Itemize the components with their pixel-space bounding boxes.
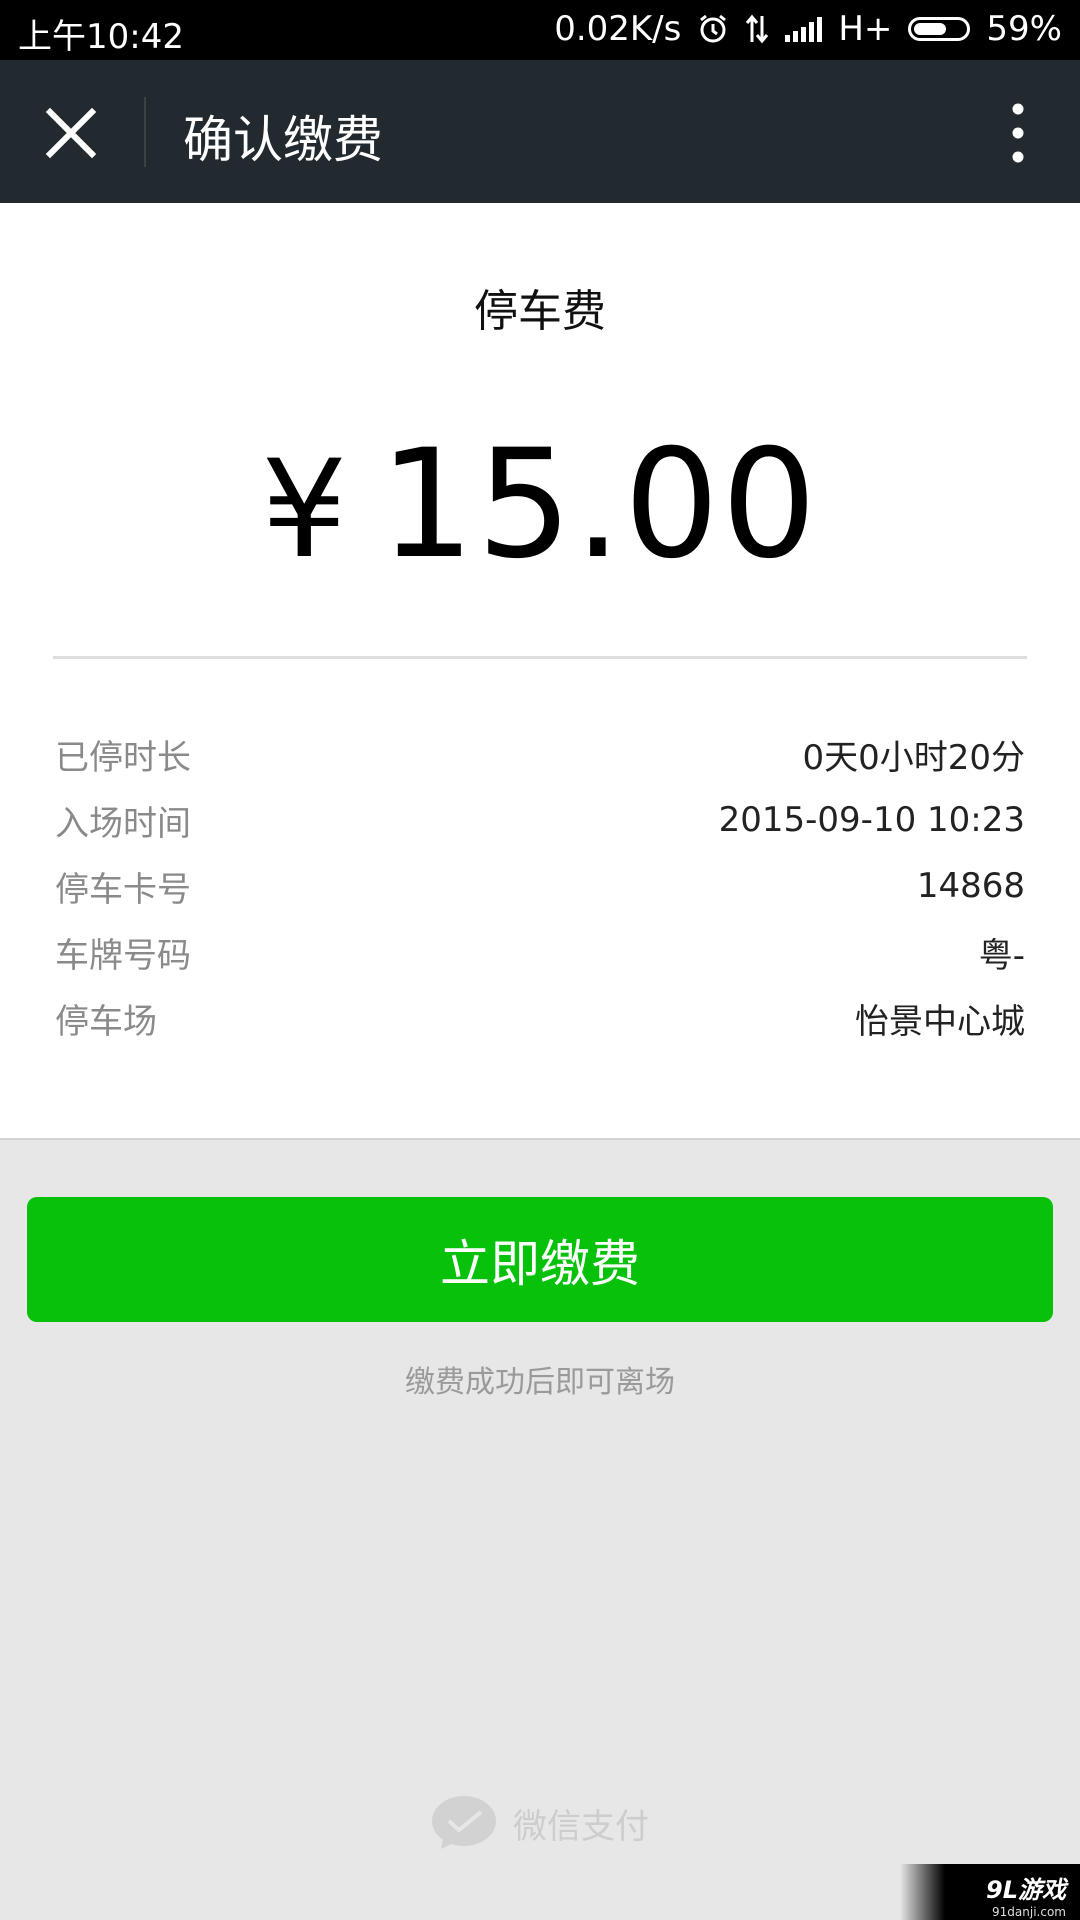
data-transfer-icon	[745, 14, 769, 44]
info-value: 0天0小时20分	[802, 737, 1025, 778]
payment-card: 停车费 ¥15.00 已停时长 0天0小时20分 入场时间 2015-09-10…	[0, 203, 1080, 1140]
status-time: 上午10:42	[18, 17, 184, 57]
info-label: 已停时长	[55, 737, 191, 778]
battery-level: 59%	[986, 9, 1062, 49]
info-row-card-number: 停车卡号 14868	[55, 853, 1025, 919]
more-button[interactable]	[988, 92, 1048, 174]
info-value: 14868	[916, 866, 1025, 906]
fee-title: 停车费	[474, 286, 606, 337]
network-type: H+	[838, 9, 893, 49]
header-divider	[144, 97, 146, 167]
info-label: 停车场	[55, 1001, 157, 1042]
status-bar: 上午10:42 0.02K/s H+ 59%	[0, 0, 1080, 60]
watermark-logo: 9L游戏	[986, 1876, 1066, 1904]
wechat-pay-label: 微信支付	[513, 1806, 649, 1847]
currency-symbol: ¥	[261, 431, 350, 588]
alarm-icon	[697, 13, 729, 45]
header-bar: 确认缴费	[0, 60, 1080, 203]
info-row-parking-lot: 停车场 怡景中心城	[55, 985, 1025, 1051]
wechat-pay-brand: 微信支付	[0, 1795, 1080, 1851]
close-button[interactable]	[30, 92, 112, 174]
site-watermark: 9L游戏 91danji.com	[900, 1864, 1080, 1920]
watermark-site: 91danji.com	[992, 1905, 1066, 1919]
more-vertical-icon	[1012, 103, 1024, 163]
battery-icon	[908, 17, 971, 41]
info-value: 怡景中心城	[855, 1001, 1025, 1042]
info-value: 2015-09-10 10:23	[718, 800, 1025, 840]
status-icons: 0.02K/s H+ 59%	[554, 9, 1062, 49]
amount-value: 15.00	[379, 418, 819, 592]
close-icon	[45, 107, 97, 159]
pay-hint: 缴费成功后即可离场	[405, 1365, 675, 1400]
network-speed: 0.02K/s	[554, 9, 682, 49]
info-label: 停车卡号	[55, 869, 191, 910]
info-row-entry-time: 入场时间 2015-09-10 10:23	[55, 787, 1025, 853]
info-list: 已停时长 0天0小时20分 入场时间 2015-09-10 10:23 停车卡号…	[55, 721, 1025, 1051]
info-value: 粤-	[978, 935, 1025, 976]
info-row-plate-number: 车牌号码 粤-	[55, 919, 1025, 985]
page-title: 确认缴费	[183, 111, 383, 169]
fee-amount: ¥15.00	[0, 418, 1080, 592]
info-row-duration: 已停时长 0天0小时20分	[55, 721, 1025, 787]
info-label: 车牌号码	[55, 935, 191, 976]
divider	[53, 656, 1027, 659]
info-label: 入场时间	[55, 803, 191, 844]
wechat-pay-icon	[432, 1796, 496, 1849]
signal-icon	[785, 16, 823, 42]
pay-now-button[interactable]: 立即缴费	[27, 1197, 1053, 1322]
